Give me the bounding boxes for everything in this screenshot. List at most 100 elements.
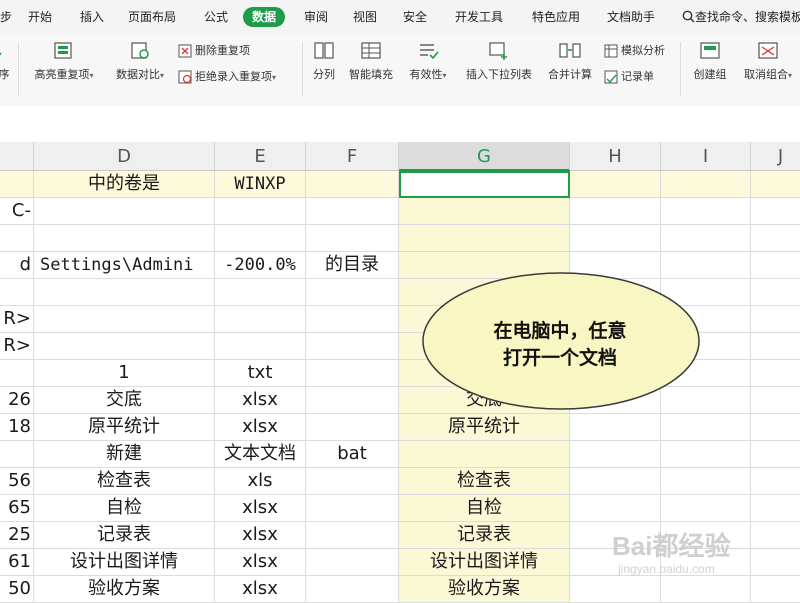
cell-e[interactable]: txt	[215, 360, 306, 387]
column-header-h[interactable]: H	[570, 142, 661, 171]
cell-d[interactable]: 新建	[34, 441, 215, 468]
tab-page-layout[interactable]: 页面布局	[128, 0, 176, 34]
tab-features[interactable]: 特色应用	[532, 0, 580, 34]
column-header-j[interactable]: J	[751, 142, 800, 171]
cell-d[interactable]: 中的卷是	[34, 171, 215, 198]
cell-i[interactable]	[661, 576, 751, 603]
data-compare-button[interactable]: 数据对比▾	[110, 40, 170, 82]
cell-e[interactable]: xlsx	[215, 522, 306, 549]
cell-d[interactable]: 自检	[34, 495, 215, 522]
cell-j[interactable]	[751, 360, 800, 387]
tab-home[interactable]: 开始	[28, 0, 52, 34]
cell-f[interactable]	[306, 171, 399, 198]
cell-f[interactable]	[306, 333, 399, 360]
cell-d[interactable]: 记录表	[34, 522, 215, 549]
tab-review[interactable]: 审阅	[304, 0, 328, 34]
cell-h[interactable]	[570, 468, 661, 495]
cell-f[interactable]	[306, 576, 399, 603]
cell-e[interactable]	[215, 306, 306, 333]
cell-f[interactable]	[306, 225, 399, 252]
cell-f[interactable]: 的目录	[306, 252, 399, 279]
cell-i[interactable]	[661, 468, 751, 495]
cell-j[interactable]	[751, 252, 800, 279]
cell-e[interactable]: -200.0%	[215, 252, 306, 279]
cell-f[interactable]: bat	[306, 441, 399, 468]
cell-j[interactable]	[751, 468, 800, 495]
cell-i[interactable]	[661, 198, 751, 225]
cell-j[interactable]	[751, 576, 800, 603]
record-sheet-button[interactable]: 记录单	[604, 68, 654, 84]
cell-d[interactable]: 交底	[34, 387, 215, 414]
column-header-partial[interactable]	[0, 142, 34, 171]
column-header-i[interactable]: I	[661, 142, 751, 171]
cell-i[interactable]	[661, 171, 751, 198]
cell-e[interactable]: xlsx	[215, 549, 306, 576]
cell-c[interactable]	[0, 441, 34, 468]
cell-c[interactable]	[0, 171, 34, 198]
cell-e[interactable]: xlsx	[215, 576, 306, 603]
cell-e[interactable]: WINXP	[215, 171, 306, 198]
cell-c[interactable]	[0, 279, 34, 306]
cell-g[interactable]: 原平统计	[399, 414, 570, 441]
cell-g[interactable]	[399, 198, 570, 225]
cell-d[interactable]: 检查表	[34, 468, 215, 495]
column-header-e[interactable]: E	[215, 142, 306, 171]
cell-d[interactable]: Settings\Admini	[34, 252, 215, 279]
cell-f[interactable]	[306, 387, 399, 414]
cell-e[interactable]	[215, 225, 306, 252]
cell-g[interactable]: 验收方案	[399, 576, 570, 603]
cell-c[interactable]: 25	[0, 522, 34, 549]
cell-f[interactable]	[306, 468, 399, 495]
cell-f[interactable]	[306, 522, 399, 549]
cell-c[interactable]	[0, 225, 34, 252]
cell-c[interactable]: R>	[0, 333, 34, 360]
create-group-button[interactable]: 创建组	[690, 40, 730, 82]
smart-fill-button[interactable]: 智能填充	[346, 40, 396, 82]
cell-c[interactable]: 65	[0, 495, 34, 522]
cell-d[interactable]	[34, 333, 215, 360]
tab-view[interactable]: 视图	[353, 0, 377, 34]
insert-dropdown-list-button[interactable]: 插入下拉列表	[462, 40, 536, 82]
cell-e[interactable]	[215, 333, 306, 360]
cell-j[interactable]	[751, 306, 800, 333]
column-header-d[interactable]: D	[34, 142, 215, 171]
merge-calculate-button[interactable]: 合并计算	[546, 40, 594, 82]
cell-g[interactable]: 记录表	[399, 522, 570, 549]
cell-d[interactable]: 验收方案	[34, 576, 215, 603]
cell-c[interactable]: d	[0, 252, 34, 279]
cell-f[interactable]	[306, 306, 399, 333]
cell-h[interactable]	[570, 576, 661, 603]
cell-c[interactable]: 50	[0, 576, 34, 603]
cell-e[interactable]: xlsx	[215, 414, 306, 441]
cell-c[interactable]	[0, 360, 34, 387]
cell-d[interactable]	[34, 198, 215, 225]
cell-j[interactable]	[751, 333, 800, 360]
cell-h[interactable]	[570, 414, 661, 441]
cell-f[interactable]	[306, 495, 399, 522]
cell-e[interactable]: 文本文档	[215, 441, 306, 468]
tab-partial[interactable]: 步	[0, 0, 12, 34]
cell-c[interactable]: R>	[0, 306, 34, 333]
cell-j[interactable]	[751, 198, 800, 225]
cell-c[interactable]: 61	[0, 549, 34, 576]
cell-h[interactable]	[570, 441, 661, 468]
cell-j[interactable]	[751, 225, 800, 252]
cell-g[interactable]: 自检	[399, 495, 570, 522]
cell-e[interactable]	[215, 198, 306, 225]
cell-h[interactable]	[570, 171, 661, 198]
column-header-f[interactable]: F	[306, 142, 399, 171]
cell-f[interactable]	[306, 279, 399, 306]
cell-j[interactable]	[751, 522, 800, 549]
cell-j[interactable]	[751, 441, 800, 468]
cell-f[interactable]	[306, 549, 399, 576]
cell-i[interactable]	[661, 441, 751, 468]
cell-j[interactable]	[751, 414, 800, 441]
ungroup-button[interactable]: 取消组合▾	[738, 40, 798, 82]
cell-d[interactable]: 1	[34, 360, 215, 387]
cell-e[interactable]: xlsx	[215, 495, 306, 522]
cell-e[interactable]: xls	[215, 468, 306, 495]
tab-doc-assistant[interactable]: 文档助手	[607, 0, 655, 34]
tab-developer[interactable]: 开发工具	[455, 0, 503, 34]
cell-c[interactable]: 26	[0, 387, 34, 414]
split-column-button[interactable]: 分列	[308, 40, 340, 82]
